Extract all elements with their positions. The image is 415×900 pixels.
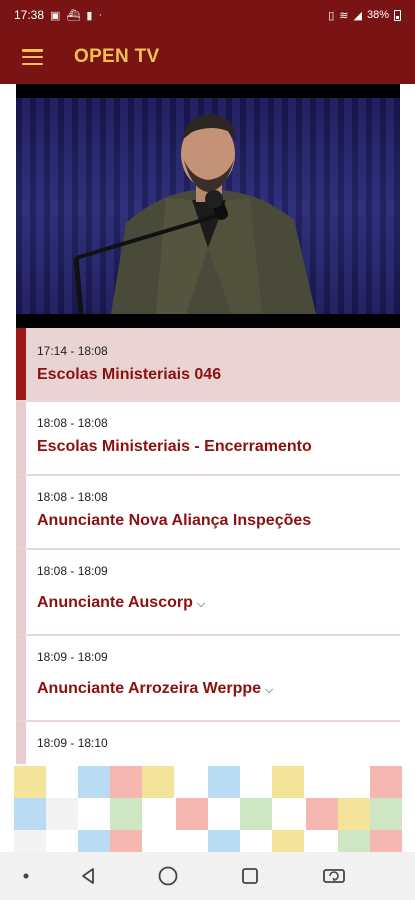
recents-icon[interactable] [230,852,270,900]
tile [78,766,110,798]
video-frame[interactable] [16,98,400,314]
schedule-item-6[interactable]: 18:09 - 18:10 [16,720,400,764]
tile [338,798,370,830]
dot-icon [14,852,38,900]
tile [46,798,78,830]
schedule-time: 18:08 - 18:09 [37,564,108,578]
chevron-down-icon[interactable]: ⌵ [197,598,205,611]
tile [110,766,142,798]
schedule-item-4[interactable]: 18:08 - 18:09 Anunciante Auscorp ⌵ [16,548,400,634]
status-bar: 17:38 ▣ ⛴ ▮ · ▯ ≋ ◢ 38% [0,0,415,30]
battery-saver-icon: ▮ [86,9,93,22]
schedule-item-2[interactable]: 18:08 - 18:08 Escolas Ministeriais - Enc… [16,400,400,474]
tile [370,798,402,830]
signal-icon: ◢ [353,9,362,22]
chevron-down-icon[interactable]: ⌵ [265,684,273,697]
schedule-title: Escolas Ministeriais 046 [37,366,222,383]
schedule-time: 18:08 - 18:08 [37,416,108,430]
schedule-title: Anunciante Nova Aliança Inspeções [37,512,312,529]
schedule-time: 18:09 - 18:10 [37,736,108,750]
schedule-time: 18:09 - 18:09 [37,650,108,664]
tile [272,766,304,798]
tile [208,766,240,798]
schedule-item-5[interactable]: 18:09 - 18:09 Anunciante Arrozeira Werpp… [16,634,400,720]
speaker-image [73,114,316,314]
tile [240,798,272,830]
schedule-time: 17:14 - 18:08 [37,344,108,358]
battery-icon [394,9,401,21]
gallery-icon: ▣ [50,9,61,22]
wifi-icon: ≋ [339,9,349,22]
schedule-title: Anunciante Auscorp [37,594,193,611]
schedule-item-1[interactable]: 17:14 - 18:08 Escolas Ministeriais 046 [16,328,400,400]
hamburger-menu-icon[interactable] [22,49,43,65]
battery-percent: 38% [366,9,389,21]
schedule-item-3[interactable]: 18:08 - 18:08 Anunciante Nova Aliança In… [16,474,400,548]
app-title: OPEN TV [74,46,160,67]
home-icon[interactable] [148,852,188,900]
tile [142,766,174,798]
video-player[interactable] [16,84,400,328]
rotate-icon[interactable] [314,852,354,900]
tile [306,798,338,830]
tile [14,798,46,830]
app-bar: OPEN TV [0,30,415,84]
tile [110,798,142,830]
tile [176,798,208,830]
schedule-title: Anunciante Arrozeira Werppe [37,680,262,697]
dot-icon: · [98,9,103,21]
system-nav-bar [0,852,415,900]
status-time: 17:38 [14,8,45,22]
tile [14,766,46,798]
decorative-tile-pattern [0,764,415,862]
schedule-list: 17:14 - 18:08 Escolas Ministeriais 046 1… [16,328,400,764]
schedule-title-wrap: Anunciante Auscorp ⌵ [37,594,205,612]
vibrate-icon: ▯ [328,9,335,22]
back-icon[interactable] [68,852,108,900]
tile [370,766,402,798]
notification-icon: ⛴ [66,9,81,22]
schedule-title-wrap: Anunciante Arrozeira Werppe ⌵ [37,680,273,698]
schedule-title: Escolas Ministeriais - Encerramento [37,438,312,455]
content-area: 17:14 - 18:08 Escolas Ministeriais 046 1… [16,84,400,764]
schedule-time: 18:08 - 18:08 [37,490,108,504]
